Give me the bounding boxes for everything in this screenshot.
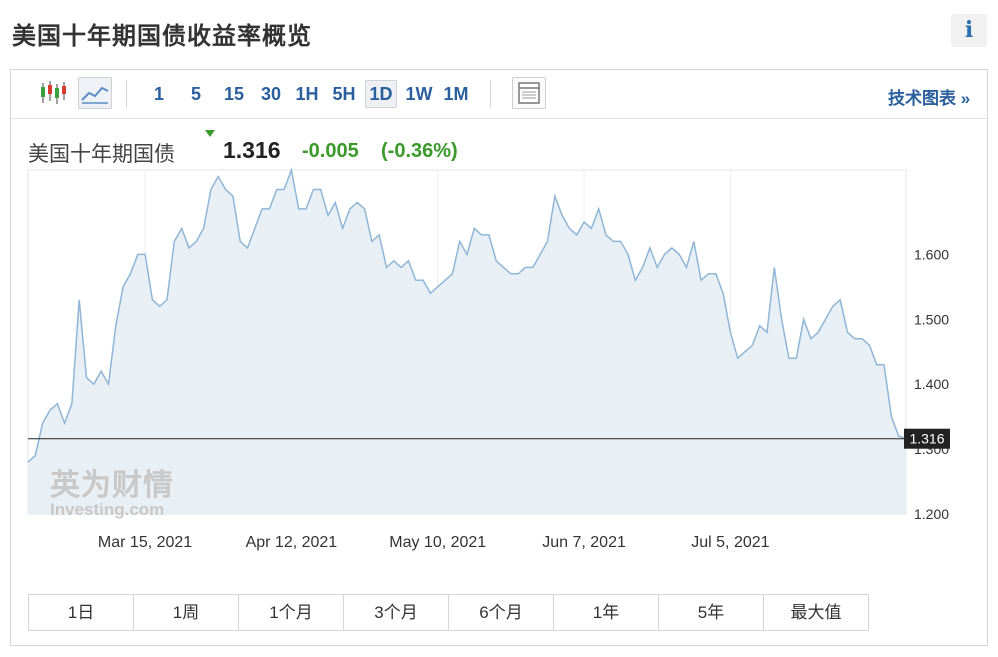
current-value-label: 1.316 [909,431,944,447]
y-tick-label: 1.200 [914,506,949,522]
range-5y[interactable]: 5年 [658,594,764,631]
range-1y[interactable]: 1年 [553,594,659,631]
x-tick-label: May 10, 2021 [389,534,486,551]
x-tick-label: Jul 5, 2021 [691,534,769,551]
range-3m[interactable]: 3个月 [343,594,449,631]
watermark-logo: 英为财情 Investing.com [50,469,174,519]
range-selector: 1日 1周 1个月 3个月 6个月 1年 5年 最大值 [28,594,869,631]
range-6m[interactable]: 6个月 [448,594,554,631]
range-1m[interactable]: 1个月 [238,594,344,631]
x-tick-label: Jun 7, 2021 [542,534,626,551]
x-tick-label: Apr 12, 2021 [246,534,338,551]
x-tick-label: Mar 15, 2021 [98,534,192,551]
range-max[interactable]: 最大值 [763,594,869,631]
y-tick-label: 1.500 [914,311,949,327]
y-tick-label: 1.600 [914,246,949,262]
yield-area-chart: 1.6001.5001.4001.3001.2001.316Mar 15, 20… [27,167,950,551]
range-1w[interactable]: 1周 [133,594,239,631]
range-1d[interactable]: 1日 [28,594,134,631]
y-tick-label: 1.400 [914,376,949,392]
